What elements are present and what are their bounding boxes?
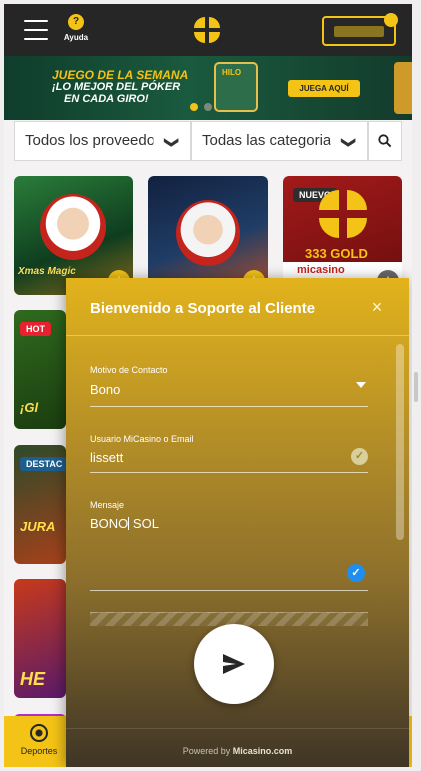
game-art xyxy=(40,194,106,260)
modal-scrollbar-thumb[interactable] xyxy=(396,344,404,540)
game-art xyxy=(176,200,240,266)
game-title: JURA xyxy=(20,519,56,534)
send-icon xyxy=(223,654,245,674)
field-valid-check-icon: ✓ xyxy=(347,564,365,582)
user-email-field[interactable]: lissett xyxy=(90,450,123,465)
search-button[interactable] xyxy=(368,121,402,161)
message-underline xyxy=(90,590,368,591)
filter-bar: Todos los proveedores ❯ Todas las catego… xyxy=(14,121,402,161)
menu-icon[interactable] xyxy=(24,20,48,40)
message-label: Mensaje xyxy=(90,500,125,510)
game-title: 333 GOLD xyxy=(305,246,368,261)
banner-play-button[interactable]: JUEGA AQUÍ xyxy=(288,80,360,97)
modal-footer-divider xyxy=(66,728,409,729)
app-viewport: ? Ayuda JUEGO DE LA SEMANA ¡LO MEJOR DEL… xyxy=(4,4,412,767)
powered-by: Powered by Micasino.com xyxy=(66,746,409,756)
chevron-down-icon: ❯ xyxy=(330,133,367,149)
close-icon[interactable]: × xyxy=(366,296,388,318)
notification-dot xyxy=(384,13,398,27)
contact-reason-label: Motivo de Contacto xyxy=(90,365,168,375)
user-email-label: Usuario MiCasino o Email xyxy=(90,434,194,444)
banner-decoration xyxy=(394,62,412,114)
modal-header: Bienvenido a Soporte al Cliente × xyxy=(66,278,409,336)
game-title: Xmas Magic xyxy=(18,266,76,277)
powered-by-prefix: Powered by xyxy=(182,746,233,756)
categories-dropdown[interactable]: Todas las categorias ❯ xyxy=(191,121,368,161)
help-label: Ayuda xyxy=(63,33,89,42)
soccer-ball-icon xyxy=(30,724,48,742)
categories-dropdown-label: Todas las categorias xyxy=(202,132,339,149)
providers-dropdown[interactable]: Todos los proveedores ❯ xyxy=(14,121,191,161)
message-textarea[interactable]: BONO SOL xyxy=(90,516,159,532)
carousel-dot[interactable] xyxy=(204,103,212,111)
game-title: ¡Gl xyxy=(20,400,39,415)
message-text-part: SOL xyxy=(129,516,159,531)
help-icon: ? xyxy=(68,14,84,30)
banner-game-label: HILO xyxy=(222,68,242,77)
promo-banner[interactable]: JUEGO DE LA SEMANA ¡LO MEJOR DEL PÓKER E… xyxy=(4,56,412,120)
micasino-logo[interactable] xyxy=(194,17,220,43)
contact-reason-underline xyxy=(90,406,368,407)
banner-carousel-dots[interactable] xyxy=(190,98,218,116)
modal-title: Bienvenido a Soporte al Cliente xyxy=(90,300,316,317)
support-chat-modal: Bienvenido a Soporte al Cliente × Motivo… xyxy=(66,278,409,767)
game-tile[interactable]: HE xyxy=(14,579,66,698)
chevron-down-icon: ❯ xyxy=(153,133,190,149)
page-scrollbar[interactable] xyxy=(414,372,418,402)
banner-headline: JUEGO DE LA SEMANA xyxy=(52,68,189,82)
contact-reason-select[interactable]: Bono xyxy=(90,382,120,397)
banner-subline-1: ¡LO MEJOR DEL PÓKER xyxy=(52,81,181,93)
nav-item-sports-label: Deportes xyxy=(20,746,58,756)
hot-badge: HOT xyxy=(20,322,51,336)
banner-game-art: HILO xyxy=(214,62,258,112)
game-tile[interactable]: DESTAC JURA xyxy=(14,445,66,564)
user-email-underline xyxy=(90,472,368,473)
game-tile[interactable]: HOT ¡Gl xyxy=(14,310,66,429)
game-title: HE xyxy=(20,669,46,689)
banner-subline-2: EN CADA GIRO! xyxy=(64,93,149,105)
message-text-part: BONO xyxy=(90,516,129,531)
micasino-logo xyxy=(319,190,367,238)
search-icon xyxy=(378,134,392,148)
nav-item-sports[interactable]: Deportes xyxy=(14,724,64,756)
send-button[interactable] xyxy=(194,624,274,704)
help-button[interactable]: ? Ayuda xyxy=(60,14,92,42)
top-header: ? Ayuda xyxy=(4,4,412,56)
powered-by-brand: Micasino.com xyxy=(232,746,293,756)
dropdown-arrow-icon[interactable] xyxy=(356,382,366,388)
carousel-dot-active[interactable] xyxy=(190,103,198,111)
featured-badge: DESTAC xyxy=(20,457,66,471)
field-valid-check-icon: ✓ xyxy=(351,448,368,465)
login-button-blurred-label xyxy=(334,26,384,37)
